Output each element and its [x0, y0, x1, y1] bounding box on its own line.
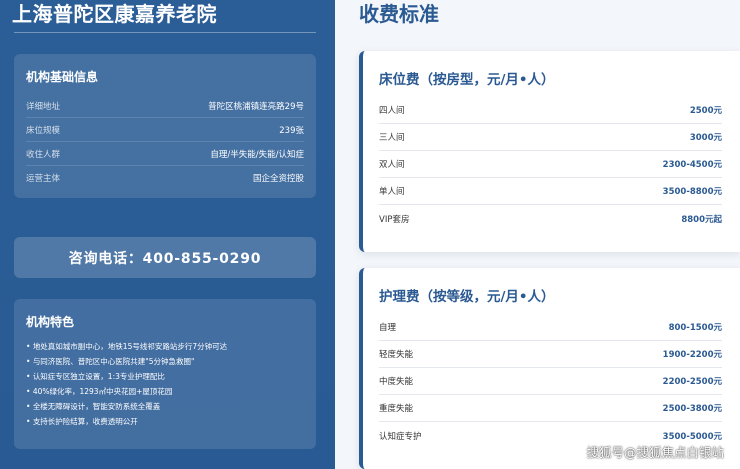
fee-price: 2300-4500元: [662, 160, 722, 170]
bed-fee-card: 床位费（按房型，元/月•人） 四人间 2500元 三人间 3000元 双人间 2…: [359, 51, 740, 252]
title-divider: [14, 32, 316, 33]
info-label: 详细地址: [26, 101, 61, 112]
feature-item: 全楼无障碍设计，智能安防系统全覆盖: [26, 399, 304, 414]
info-value: 国企全资控股: [252, 174, 304, 184]
fee-price: 2500-3800元: [662, 404, 722, 414]
feature-item: 与同济医院、普陀区中心医院共建"5分钟急救圈": [26, 354, 304, 369]
feature-item: 认知症专区独立设置，1:3专业护理配比: [26, 369, 304, 384]
fee-row: 重度失能 2500-3800元: [379, 395, 722, 422]
right-panel: 收费标准 床位费（按房型，元/月•人） 四人间 2500元 三人间 3000元 …: [335, 0, 740, 469]
fee-name: 单人间: [379, 187, 405, 197]
fee-name: 自理: [379, 323, 397, 333]
feature-item: 地处真如城市副中心，地铁15号线祁安路站步行7分钟可达: [26, 339, 304, 354]
care-fee-card: 护理费（按等级，元/月•人） 自理 800-1500元 轻度失能 1900-22…: [359, 268, 740, 469]
info-card-title: 机构基础信息: [26, 70, 99, 84]
info-card: 机构基础信息 详细地址 普陀区桃浦镇连亮路29号 床位规模 239张 收住人群 …: [14, 54, 316, 198]
info-row-address: 详细地址 普陀区桃浦镇连亮路29号: [26, 94, 304, 118]
phone-banner[interactable]: 咨询电话：400-855-0290: [14, 237, 316, 278]
info-row-residents: 收住人群 自理/半失能/失能/认知症: [26, 142, 304, 166]
fee-price: 1900-2200元: [662, 350, 722, 360]
info-row-beds: 床位规模 239张: [26, 118, 304, 142]
care-fee-title: 护理费（按等级，元/月•人）: [379, 289, 555, 305]
fee-name: 认知症专护: [379, 431, 422, 442]
fee-price: 2200-2500元: [662, 377, 722, 387]
fee-row: 轻度失能 1900-2200元: [379, 341, 722, 368]
fee-row: 四人间 2500元: [379, 97, 722, 124]
watermark: 搜狐号@搜狐焦点白银站: [586, 445, 724, 460]
features-card: 机构特色 地处真如城市副中心，地铁15号线祁安路站步行7分钟可达 与同济医院、普…: [14, 299, 316, 449]
fee-row: 三人间 3000元: [379, 124, 722, 151]
fees-title: 收费标准: [359, 2, 439, 26]
fee-name: 四人间: [379, 106, 405, 116]
fee-price: 3000元: [689, 133, 722, 143]
info-row-operator: 运营主体 国企全资控股: [26, 166, 304, 190]
info-label: 床位规模: [26, 125, 61, 136]
fee-price: 2500元: [689, 106, 722, 116]
fee-row: 双人间 2300-4500元: [379, 151, 722, 178]
site-title: 上海普陀区康嘉养老院: [12, 2, 217, 26]
left-panel: 上海普陀区康嘉养老院 机构基础信息 详细地址 普陀区桃浦镇连亮路29号 床位规模…: [0, 0, 335, 469]
fee-name: VIP套房: [379, 214, 410, 225]
info-label: 运营主体: [26, 174, 61, 184]
fee-row: 单人间 3500-8800元: [379, 178, 722, 205]
fee-price: 3500-5000元: [662, 431, 722, 442]
features-card-title: 机构特色: [26, 315, 75, 329]
bed-fee-title: 床位费（按房型，元/月•人）: [379, 72, 555, 88]
feature-item: 支持长护险结算，收费透明公开: [26, 414, 304, 429]
fee-row: 中度失能 2200-2500元: [379, 368, 722, 395]
fee-name: 重度失能: [379, 404, 414, 414]
fee-price: 3500-8800元: [662, 187, 722, 197]
info-label: 收住人群: [26, 149, 61, 160]
info-value: 普陀区桃浦镇连亮路29号: [208, 101, 304, 112]
info-value: 239张: [279, 125, 304, 136]
fee-name: 轻度失能: [379, 350, 414, 360]
fee-price: 8800元起: [681, 214, 722, 225]
fee-name: 三人间: [379, 133, 405, 143]
fee-name: 双人间: [379, 160, 405, 170]
fee-price: 800-1500元: [668, 323, 722, 333]
feature-item: 40%绿化率，1293㎡中央花园+屋顶花园: [26, 384, 304, 399]
fee-row: VIP套房 8800元起: [379, 205, 722, 232]
info-value: 自理/半失能/失能/认知症: [210, 149, 304, 160]
fee-name: 中度失能: [379, 377, 414, 387]
fee-row: 自理 800-1500元: [379, 314, 722, 341]
